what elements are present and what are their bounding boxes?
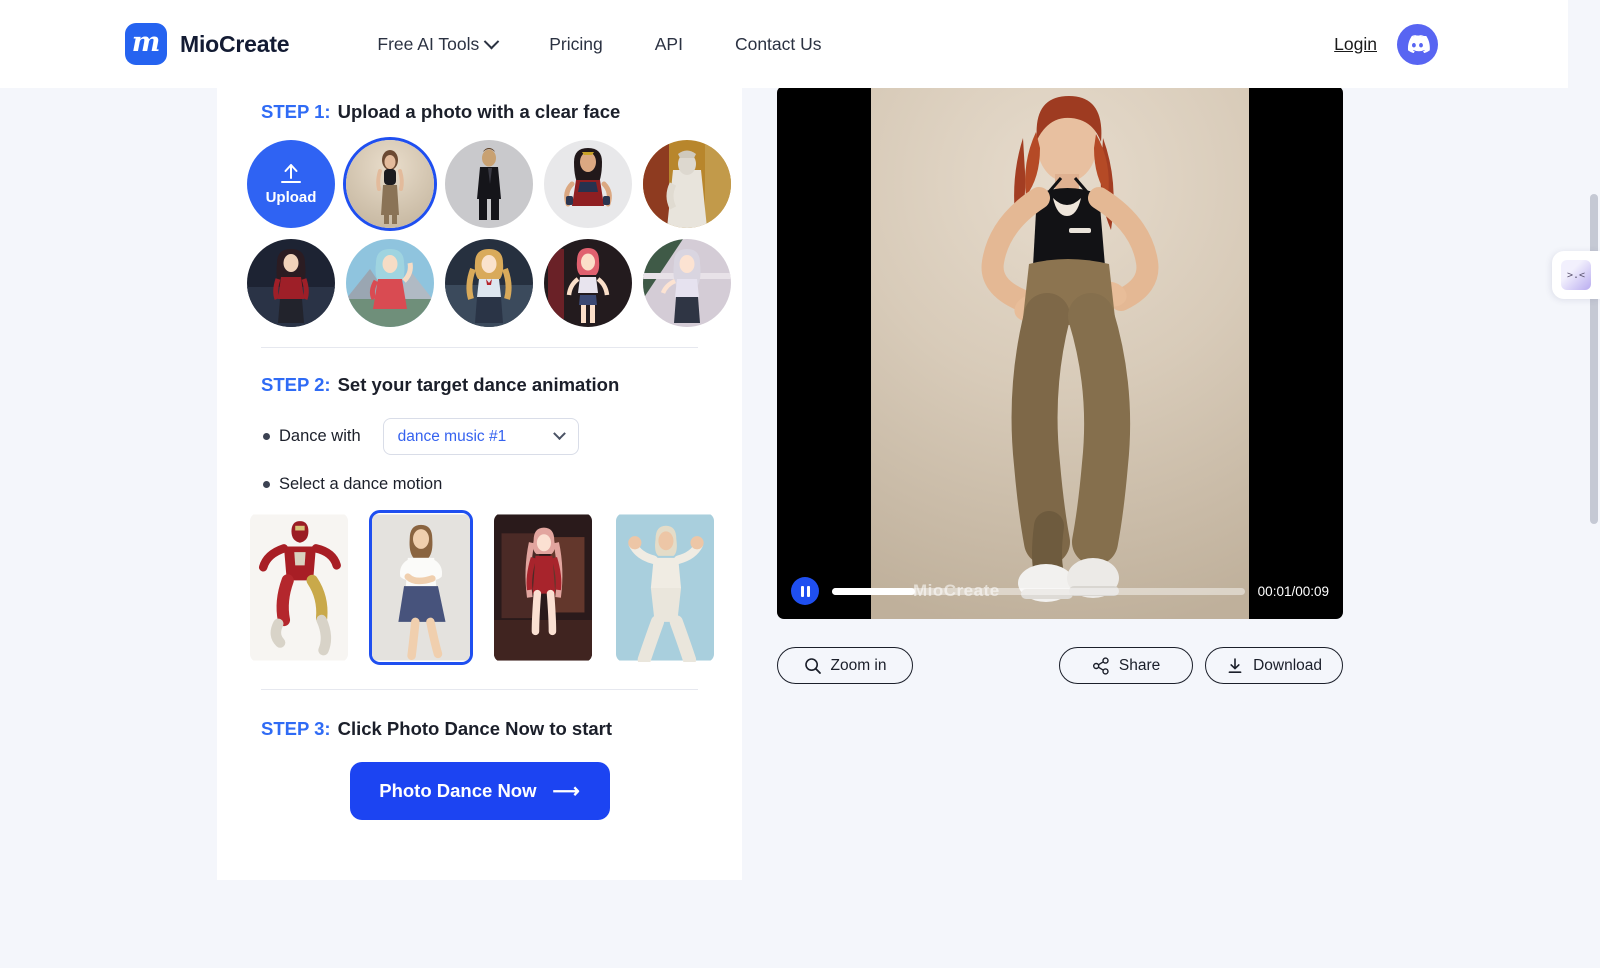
select-dance-motion-label: Select a dance motion [279, 475, 443, 493]
dance-with-row: Dance with dance music #1 [243, 418, 716, 455]
page-body: STEP 1: Upload a photo with a clear face… [0, 86, 1600, 968]
dance-motion-list [243, 510, 717, 665]
dance-music-selected-value: dance music #1 [397, 427, 507, 445]
login-link[interactable]: Login [1334, 34, 1377, 55]
motion-thumbnail [494, 514, 592, 661]
preview-area: MioCreate 00:01/00:09 Zoom in Share Down… [777, 86, 1343, 684]
bullet-icon [263, 433, 270, 440]
step-3-text: Click Photo Dance Now to start [337, 718, 613, 739]
discord-icon[interactable] [1397, 23, 1438, 65]
avatar-option-anime-red-sweater[interactable] [247, 239, 335, 327]
video-progress-bar[interactable] [832, 587, 1245, 595]
kaomoji-face-icon: >.< [1561, 260, 1591, 290]
avatar-option-anime-pink-hair-shorts[interactable] [544, 239, 632, 327]
motion-option-blonde-white-suit[interactable] [613, 510, 717, 665]
cta-label: Photo Dance Now [379, 780, 537, 801]
brand-logo[interactable]: m MioCreate [125, 23, 290, 65]
avatar-thumbnail [643, 239, 731, 327]
pause-icon [800, 585, 804, 597]
magnifier-icon [804, 657, 822, 675]
step-1-text: Upload a photo with a clear face [337, 101, 621, 122]
dance-with-label: Dance with [279, 427, 361, 445]
avatar-thumbnail [346, 239, 434, 327]
main-nav: Free AI Tools Pricing API Contact Us [377, 33, 822, 55]
motion-thumbnail [250, 514, 348, 661]
step-3-heading: STEP 3: Click Photo Dance Now to start [243, 690, 716, 740]
video-time-display: 00:01/00:09 [1257, 583, 1329, 599]
avatar-option-anime-silver-hair-uniform[interactable] [643, 239, 731, 327]
avatar-option-marble-statue[interactable] [643, 140, 731, 228]
download-button[interactable]: Download [1205, 647, 1343, 684]
control-panel: STEP 1: Upload a photo with a clear face… [217, 88, 742, 880]
avatar-thumbnail [544, 239, 632, 327]
chevron-down-icon [483, 33, 500, 49]
chevron-down-icon [552, 427, 566, 441]
video-controls: 00:01/00:09 [777, 563, 1343, 619]
motion-option-iron-man[interactable] [247, 510, 351, 665]
select-dance-motion-row: Select a dance motion [243, 475, 716, 494]
nav-label: Free AI Tools [377, 33, 480, 54]
nav-item-free-ai-tools[interactable]: Free AI Tools [377, 33, 500, 55]
avatar-option-anime-blonde-twintails[interactable] [445, 239, 533, 327]
dancing-figure-frame [981, 96, 1159, 602]
pause-icon [806, 585, 810, 597]
download-label: Download [1253, 656, 1322, 674]
arrow-right-icon: ⟶ [552, 780, 580, 802]
motion-thumbnail [616, 514, 714, 662]
avatar-option-man-black-suit[interactable] [445, 140, 533, 228]
nav-item-contact-us[interactable]: Contact Us [735, 34, 822, 55]
step-1-heading: STEP 1: Upload a photo with a clear face [243, 88, 716, 123]
motion-option-woman-blue-skirt[interactable] [369, 510, 473, 665]
share-nodes-icon [1092, 656, 1110, 675]
share-label: Share [1118, 656, 1161, 674]
avatar-thumbnail [544, 140, 632, 228]
zoom-in-button[interactable]: Zoom in [777, 647, 913, 684]
upload-photo-button[interactable]: Upload [247, 140, 335, 228]
video-player[interactable]: MioCreate 00:01/00:09 [777, 86, 1343, 619]
dance-music-select[interactable]: dance music #1 [382, 418, 579, 455]
step-1-number: STEP 1: [261, 101, 331, 122]
photo-dance-now-button[interactable]: Photo Dance Now ⟶ [349, 762, 610, 820]
download-arrow-icon [1226, 657, 1244, 675]
brand-name: MioCreate [180, 30, 290, 57]
step-2-heading: STEP 2: Set your target dance animation [243, 348, 716, 396]
zoom-in-label: Zoom in [830, 656, 887, 674]
header-actions: Login [1334, 23, 1438, 65]
avatar-option-anime-red-dress-mountain[interactable] [346, 239, 434, 327]
avatar-thumbnail [247, 239, 335, 327]
motion-thumbnail [372, 514, 470, 661]
miocreate-logo-icon: m [125, 23, 167, 65]
step-2-text: Set your target dance animation [337, 374, 620, 395]
avatar-thumbnail [445, 239, 533, 327]
avatar-option-woman-brown-leggings[interactable] [346, 140, 434, 228]
pause-button[interactable] [791, 577, 819, 605]
scrollbar-thumb[interactable] [1590, 194, 1598, 524]
site-header: m MioCreate Free AI Tools Pricing API Co… [0, 0, 1568, 88]
nav-item-pricing[interactable]: Pricing [549, 34, 603, 55]
upload-arrow-icon [281, 163, 301, 183]
nav-item-api[interactable]: API [655, 34, 683, 55]
floating-feedback-widget[interactable]: >.< [1552, 251, 1600, 299]
motion-option-anime-red-dress[interactable] [491, 510, 595, 665]
avatar-thumbnail [643, 140, 731, 228]
video-progress-fill [832, 587, 915, 595]
bullet-icon [263, 481, 270, 488]
avatar-thumbnail [346, 140, 434, 228]
avatar-option-wonder-woman[interactable] [544, 140, 632, 228]
cta-wrapper: Photo Dance Now ⟶ [243, 762, 716, 820]
avatar-row-bottom [243, 239, 731, 327]
share-button[interactable]: Share [1059, 647, 1194, 684]
step-2-number: STEP 2: [261, 374, 331, 395]
avatar-thumbnail [445, 140, 533, 228]
upload-label: Upload [265, 188, 317, 206]
avatar-row-top: Upload [243, 140, 731, 228]
video-canvas: MioCreate [871, 86, 1249, 619]
step-3-number: STEP 3: [261, 718, 331, 739]
video-action-buttons: Zoom in Share Download [777, 647, 1343, 684]
